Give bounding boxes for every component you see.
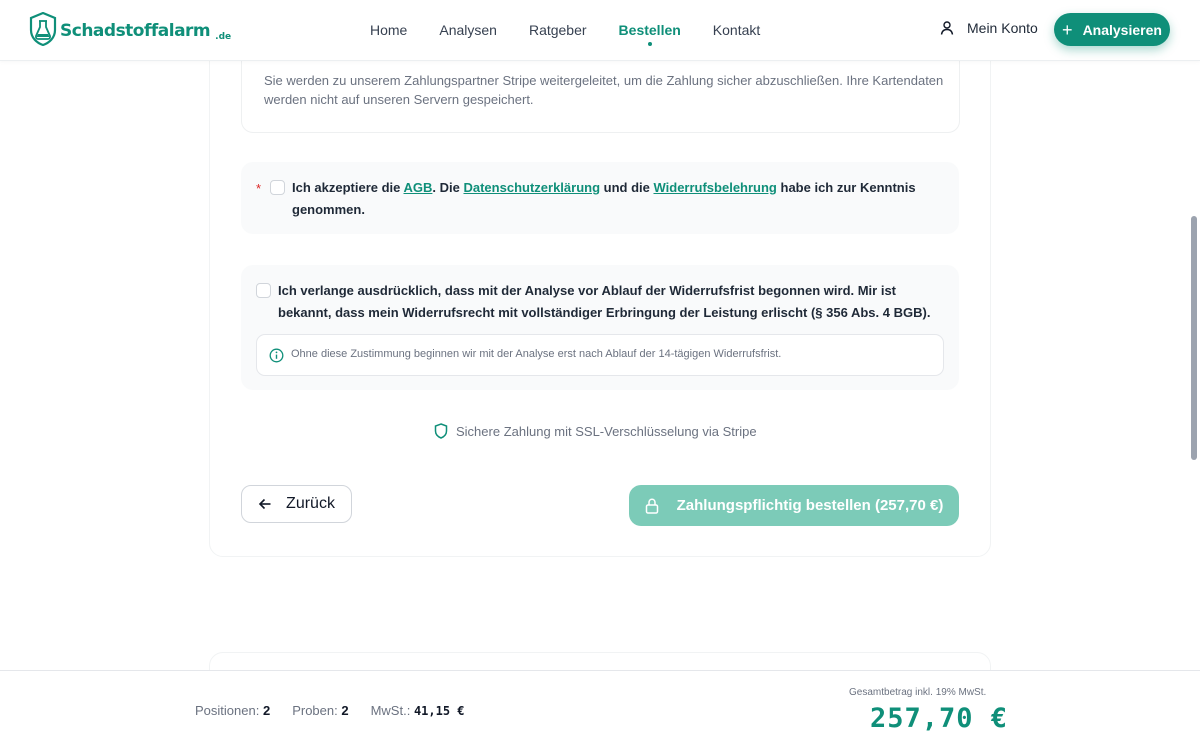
- vat-label: MwSt.:: [370, 703, 411, 718]
- early-start-info: Ohne diese Zustimmung beginnen wir mit d…: [256, 334, 944, 376]
- total-label: Gesamtbetrag inkl. 19% MwSt.: [849, 687, 987, 698]
- total-amount: 257,70 €: [870, 703, 1009, 734]
- nav-kontakt[interactable]: Kontakt: [713, 22, 760, 38]
- analysieren-button[interactable]: + Analysieren: [1054, 13, 1170, 46]
- positions-value: 2: [262, 703, 271, 718]
- lock-icon: [645, 497, 658, 514]
- order-button[interactable]: Zahlungspflichtig bestellen (257,70 €): [629, 485, 959, 526]
- scrollbar-thumb[interactable]: [1191, 216, 1197, 460]
- analysieren-label: Analysieren: [1082, 21, 1162, 38]
- vat-value: 41,15 €: [413, 704, 465, 718]
- agb-link[interactable]: AGB: [404, 180, 433, 195]
- required-mark: *: [256, 181, 262, 196]
- terms-checkbox[interactable]: [270, 180, 285, 195]
- early-start-checkbox[interactable]: [256, 283, 271, 298]
- logo[interactable]: Schadstoffalarm .de: [29, 12, 231, 46]
- terms-text-3: und die: [600, 180, 654, 195]
- nav-ratgeber[interactable]: Ratgeber: [529, 22, 587, 38]
- plus-icon: +: [1062, 19, 1073, 40]
- nav-home[interactable]: Home: [370, 22, 407, 38]
- flask-logo-icon: [29, 12, 57, 46]
- back-button[interactable]: Zurück: [241, 485, 352, 523]
- privacy-link[interactable]: Datenschutzerklärung: [463, 180, 600, 195]
- samples-label: Proben:: [292, 703, 338, 718]
- withdrawal-link[interactable]: Widerrufsbelehrung: [653, 180, 776, 195]
- terms-consent-text: Ich akzeptiere die AGB. Die Datenschutze…: [292, 177, 942, 221]
- shield-icon: [434, 423, 448, 439]
- user-icon: [940, 21, 954, 35]
- back-label: Zurück: [286, 495, 335, 512]
- early-start-info-text: Ohne diese Zustimmung beginnen wir mit d…: [291, 348, 782, 360]
- samples-value: 2: [341, 703, 349, 718]
- arrow-left-icon: [258, 498, 271, 510]
- nav-bestellen[interactable]: Bestellen: [619, 22, 681, 46]
- stripe-note: Sie werden zu unserem Zahlungspartner St…: [264, 73, 944, 107]
- order-summary-stats: Positionen: 2 Proben: 2 MwSt.: 41,15 €: [195, 703, 465, 718]
- samples-stat: Proben: 2: [292, 703, 348, 718]
- nav-analysen[interactable]: Analysen: [439, 22, 497, 38]
- order-summary-bar: [0, 670, 1200, 750]
- early-start-consent-text: Ich verlange ausdrücklich, dass mit der …: [278, 283, 931, 320]
- account-label: Mein Konto: [967, 20, 1038, 36]
- secure-payment-note: Sichere Zahlung mit SSL-Verschlüsselung …: [434, 423, 757, 439]
- site-header: Schadstoffalarm .de Home Analysen Ratgeb…: [0, 0, 1200, 61]
- order-label: Zahlungspflichtig bestellen (257,70 €): [676, 497, 944, 514]
- logo-tld: .de: [215, 32, 232, 42]
- main-nav: Home Analysen Ratgeber Bestellen Kontakt: [370, 22, 760, 46]
- logo-text: Schadstoffalarm: [60, 21, 211, 41]
- secure-payment-text: Sichere Zahlung mit SSL-Verschlüsselung …: [456, 423, 757, 439]
- terms-text-1: Ich akzeptiere die: [292, 180, 404, 195]
- positions-label: Positionen:: [195, 703, 260, 718]
- positions-stat: Positionen: 2: [195, 703, 270, 718]
- info-icon: [269, 348, 284, 363]
- terms-text-2: . Die: [432, 180, 464, 195]
- vat-stat: MwSt.: 41,15 €: [371, 703, 465, 718]
- account-link[interactable]: Mein Konto: [939, 20, 1038, 36]
